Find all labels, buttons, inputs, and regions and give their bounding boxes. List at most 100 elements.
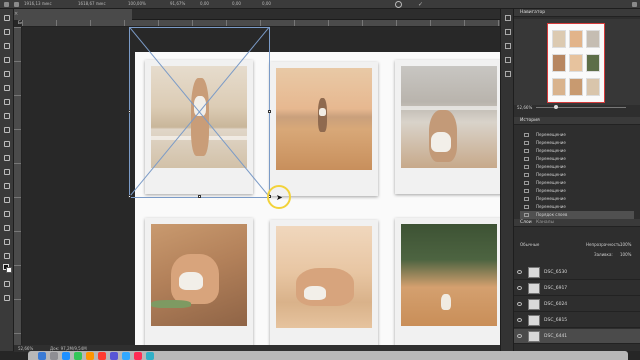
quick-mask-icon[interactable] bbox=[4, 281, 10, 287]
transform-handle-bottom[interactable] bbox=[198, 195, 201, 198]
messages-icon[interactable] bbox=[74, 352, 82, 360]
layer-row[interactable]: DSC_6530 bbox=[514, 265, 640, 280]
layer-row[interactable]: DSC_6024 bbox=[514, 297, 640, 312]
app-icon-7[interactable] bbox=[110, 352, 118, 360]
eye-icon[interactable] bbox=[517, 270, 522, 274]
layer-name[interactable]: DSC_6024 bbox=[544, 297, 567, 312]
screen-mode-icon[interactable] bbox=[4, 295, 10, 301]
hand-tool-icon[interactable] bbox=[4, 253, 10, 259]
skew-h-field[interactable]: 0,00 bbox=[232, 1, 241, 7]
commit-transform-button[interactable]: ✓ bbox=[418, 1, 423, 8]
close-tab-icon[interactable]: × bbox=[14, 9, 18, 20]
reference-point-icon[interactable] bbox=[14, 2, 19, 7]
history-item[interactable]: Перемещение bbox=[520, 203, 634, 211]
eye-icon[interactable] bbox=[517, 318, 522, 322]
polaroid-frame-3[interactable] bbox=[395, 60, 500, 194]
navigator-thumbnail[interactable] bbox=[547, 23, 605, 103]
layer-row[interactable]: DSC_6441 bbox=[514, 329, 640, 344]
polaroid-frame-4[interactable] bbox=[145, 218, 253, 345]
crop-tool-icon[interactable] bbox=[4, 71, 10, 77]
gradient-tool-icon[interactable] bbox=[4, 183, 10, 189]
history-item[interactable]: Перемещение bbox=[520, 155, 634, 163]
history-item[interactable]: Перемещение bbox=[520, 131, 634, 139]
libraries-panel-icon[interactable] bbox=[505, 71, 511, 77]
app-icon-10[interactable] bbox=[146, 352, 154, 360]
navigator-preview[interactable] bbox=[514, 19, 640, 105]
photoshop-icon[interactable] bbox=[122, 352, 130, 360]
history-item[interactable]: Перемещение bbox=[520, 195, 634, 203]
layer-name[interactable]: DSC_6917 bbox=[544, 281, 567, 296]
transform-box-top[interactable] bbox=[130, 27, 270, 28]
healing-brush-tool-icon[interactable] bbox=[4, 113, 10, 119]
navigator-zoom-slider[interactable] bbox=[536, 107, 626, 108]
calendar-icon[interactable] bbox=[98, 352, 106, 360]
document-tab[interactable]: × Без имени-1 @ 52,7% (DSC_6441, RGB/8) … bbox=[14, 9, 132, 26]
history-item[interactable]: Перемещение bbox=[520, 171, 634, 179]
height-field[interactable]: 91,67% bbox=[170, 1, 185, 7]
search-icon[interactable] bbox=[632, 2, 637, 7]
transform-handle-left[interactable] bbox=[128, 110, 131, 113]
layer-name[interactable]: DSC_6815 bbox=[544, 313, 567, 328]
y-position-field[interactable]: 1618,67 пикс bbox=[78, 1, 106, 7]
swatches-panel-icon[interactable] bbox=[505, 43, 511, 49]
canvas-area[interactable]: ➤ bbox=[22, 27, 500, 345]
history-item[interactable]: Перемещение bbox=[520, 179, 634, 187]
move-tool-icon[interactable] bbox=[4, 15, 10, 21]
eye-icon[interactable] bbox=[517, 334, 522, 338]
path-select-tool-icon[interactable] bbox=[4, 239, 10, 245]
pen-tool-icon[interactable] bbox=[4, 211, 10, 217]
brush-tool-icon[interactable] bbox=[4, 127, 10, 133]
frame-tool-icon[interactable] bbox=[4, 85, 10, 91]
history-item[interactable]: Перемещение bbox=[520, 147, 634, 155]
history-item[interactable]: Перемещение bbox=[520, 187, 634, 195]
stamp-tool-icon[interactable] bbox=[4, 141, 10, 147]
horizontal-ruler[interactable] bbox=[22, 20, 500, 27]
finder-icon[interactable] bbox=[38, 352, 46, 360]
music-icon[interactable] bbox=[134, 352, 142, 360]
home-icon[interactable] bbox=[4, 2, 9, 7]
launchpad-icon[interactable] bbox=[50, 352, 58, 360]
x-position-field[interactable]: 1916,13 пикс bbox=[24, 1, 52, 7]
opacity-value[interactable]: 100% bbox=[620, 241, 631, 249]
skew-v-field[interactable]: 0,00 bbox=[262, 1, 271, 7]
eraser-tool-icon[interactable] bbox=[4, 169, 10, 175]
navigator-panel-header[interactable]: Навигатор bbox=[514, 9, 640, 17]
polaroid-frame-5[interactable] bbox=[270, 220, 378, 345]
layer-row[interactable]: DSC_6917 bbox=[514, 281, 640, 296]
fill-value[interactable]: 100% bbox=[620, 251, 631, 259]
polaroid-frame-6[interactable] bbox=[395, 218, 500, 345]
rotation-field[interactable]: 0,00 bbox=[200, 1, 209, 7]
transform-handle-bottom-left[interactable] bbox=[128, 195, 131, 198]
tab-layers[interactable]: Слои bbox=[520, 219, 532, 227]
tab-channels[interactable]: Каналы bbox=[536, 219, 554, 227]
history-panel-header[interactable]: История bbox=[514, 117, 640, 125]
color-panel-icon[interactable] bbox=[505, 57, 511, 63]
navigator-zoom-value[interactable]: 52,66% bbox=[517, 105, 532, 111]
safari-icon[interactable] bbox=[62, 352, 70, 360]
layer-row[interactable]: DSC_6815 bbox=[514, 313, 640, 328]
background-color-swatch[interactable] bbox=[6, 267, 12, 273]
vertical-ruler[interactable] bbox=[14, 27, 22, 345]
marquee-tool-icon[interactable] bbox=[4, 29, 10, 35]
navigator-zoom-knob[interactable] bbox=[554, 105, 558, 109]
polaroid-frame-2[interactable] bbox=[270, 62, 378, 196]
dodge-tool-icon[interactable] bbox=[4, 197, 10, 203]
history-item[interactable]: Перемещение bbox=[520, 163, 634, 171]
transform-handle-right[interactable] bbox=[268, 110, 271, 113]
layer-name[interactable]: DSC_6530 bbox=[544, 265, 567, 280]
eye-icon[interactable] bbox=[517, 286, 522, 290]
history-brush-tool-icon[interactable] bbox=[4, 155, 10, 161]
layer-name[interactable]: DSC_6441 bbox=[544, 329, 567, 344]
properties-panel-icon[interactable] bbox=[505, 15, 511, 21]
eyedropper-tool-icon[interactable] bbox=[4, 99, 10, 105]
lasso-tool-icon[interactable] bbox=[4, 43, 10, 49]
polaroid-frame-1[interactable] bbox=[145, 60, 253, 194]
adjustments-panel-icon[interactable] bbox=[505, 29, 511, 35]
quick-select-tool-icon[interactable] bbox=[4, 57, 10, 63]
history-item[interactable]: Порядок слоев bbox=[520, 211, 634, 219]
photos-icon[interactable] bbox=[86, 352, 94, 360]
width-field[interactable]: 100,00% bbox=[128, 1, 146, 7]
eye-icon[interactable] bbox=[517, 302, 522, 306]
type-tool-icon[interactable] bbox=[4, 225, 10, 231]
history-item[interactable]: Перемещение bbox=[520, 139, 634, 147]
